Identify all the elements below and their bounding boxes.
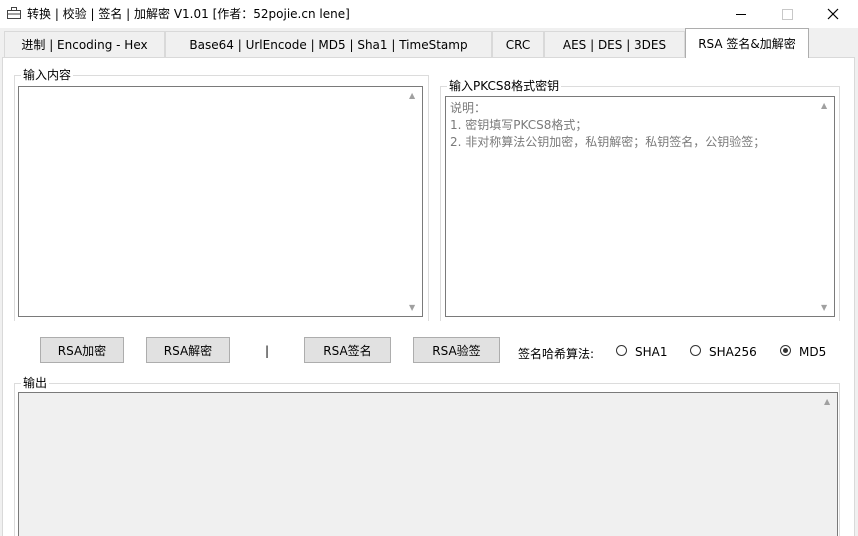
output-group-label: 输出: [21, 375, 50, 391]
key-placeholder: 说明： 1. 密钥填写PKCS8格式； 2. 非对称算法公钥加密，私钥解密；私钥…: [450, 101, 766, 149]
output-scrollbar[interactable]: ▲: [821, 393, 837, 536]
tab-rsa[interactable]: RSA 签名&加解密: [685, 28, 809, 58]
rsa-verify-button[interactable]: RSA验签: [413, 337, 500, 363]
window-title: 转换 | 校验 | 签名 | 加解密 V1.01 [作者：52pojie.cn …: [27, 7, 350, 21]
scroll-down-icon[interactable]: ▼: [821, 303, 827, 312]
key-scrollbar[interactable]: ▲ ▼: [818, 97, 834, 316]
tab-base64[interactable]: Base64 | UrlEncode | MD5 | Sha1 | TimeSt…: [165, 31, 492, 57]
scroll-up-icon[interactable]: ▲: [409, 91, 415, 100]
rsa-decrypt-button[interactable]: RSA解密: [146, 337, 230, 363]
close-button[interactable]: [810, 0, 856, 28]
button-separator: |: [265, 344, 270, 358]
radio-md5-label[interactable]: MD5: [799, 345, 826, 359]
close-icon: [827, 8, 839, 20]
maximize-button: [764, 0, 810, 28]
input-textarea[interactable]: ▲ ▼: [18, 86, 423, 317]
scroll-up-icon[interactable]: ▲: [824, 397, 830, 406]
key-group-label: 输入PKCS8格式密钥: [447, 78, 562, 94]
radio-sha256[interactable]: [690, 345, 701, 356]
tab-encoding-hex[interactable]: 进制 | Encoding - Hex: [4, 31, 165, 57]
scroll-up-icon[interactable]: ▲: [821, 101, 827, 110]
hash-algorithm-label: 签名哈希算法:: [518, 347, 595, 361]
input-group-label: 输入内容: [21, 67, 74, 83]
app-icon: [7, 7, 21, 19]
input-scrollbar[interactable]: ▲ ▼: [406, 87, 422, 316]
rsa-sign-button[interactable]: RSA签名: [304, 337, 391, 363]
output-textarea[interactable]: ▲: [18, 392, 838, 536]
title-bar: 转换 | 校验 | 签名 | 加解密 V1.01 [作者：52pojie.cn …: [0, 0, 858, 28]
tab-crc[interactable]: CRC: [492, 31, 544, 57]
radio-sha1[interactable]: [616, 345, 627, 356]
radio-sha1-label[interactable]: SHA1: [635, 345, 667, 359]
minimize-icon: [736, 13, 746, 15]
radio-md5[interactable]: [780, 345, 791, 356]
key-textarea[interactable]: 说明： 1. 密钥填写PKCS8格式； 2. 非对称算法公钥加密，私钥解密；私钥…: [445, 96, 835, 317]
maximize-icon: [781, 8, 793, 20]
rsa-encrypt-button[interactable]: RSA加密: [40, 337, 124, 363]
scroll-down-icon[interactable]: ▼: [409, 303, 415, 312]
radio-sha256-label[interactable]: SHA256: [709, 345, 757, 359]
tab-aes-des[interactable]: AES | DES | 3DES: [544, 31, 685, 57]
tab-strip: 进制 | Encoding - Hex Base64 | UrlEncode |…: [0, 28, 858, 59]
minimize-button[interactable]: [718, 0, 764, 28]
